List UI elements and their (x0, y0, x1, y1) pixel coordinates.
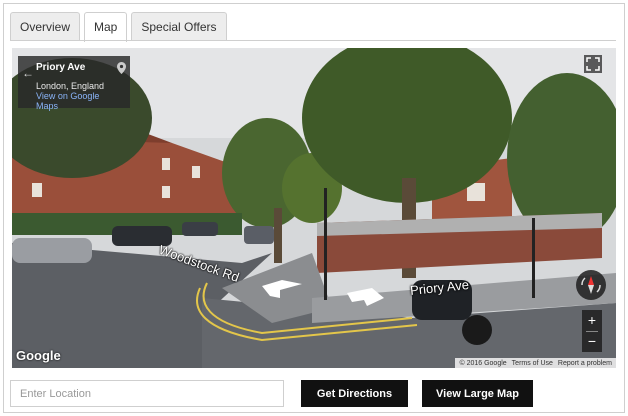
back-arrow-icon[interactable]: ← (22, 66, 34, 80)
tab-overview[interactable]: Overview (10, 12, 81, 41)
fullscreen-icon[interactable] (584, 55, 602, 73)
tab-divider (10, 40, 616, 41)
tab-special-offers[interactable]: Special Offers (131, 12, 227, 41)
view-large-map-button[interactable]: View Large Map (422, 380, 533, 407)
zoom-divider (586, 331, 598, 332)
zoom-out-button[interactable]: − (582, 331, 602, 352)
location-subtitle: London, England (36, 81, 105, 91)
compass-icon[interactable] (576, 270, 606, 300)
copyright-text: © 2016 Google (459, 359, 507, 367)
street-view-panel[interactable]: ← Priory Ave London, England View on Goo… (12, 48, 616, 368)
tab-map[interactable]: Map (84, 12, 128, 42)
view-on-google-maps-link[interactable]: View on Google Maps (36, 91, 122, 111)
location-card: ← Priory Ave London, England View on Goo… (18, 56, 130, 111)
terms-of-use-link[interactable]: Terms of Use (512, 360, 553, 367)
tab-bar: Overview Map Special Offers (10, 12, 227, 42)
zoom-control: + − (582, 310, 602, 352)
google-logo: Google (16, 348, 61, 363)
map-footer: © 2016 Google Terms of Use Report a prob… (455, 358, 616, 368)
report-problem-link[interactable]: Report a problem (558, 360, 612, 367)
zoom-in-button[interactable]: + (582, 310, 602, 331)
location-input[interactable] (10, 380, 284, 407)
location-title: Priory Ave (36, 62, 86, 73)
get-directions-button[interactable]: Get Directions (301, 380, 408, 407)
map-pin-icon[interactable] (117, 62, 126, 74)
